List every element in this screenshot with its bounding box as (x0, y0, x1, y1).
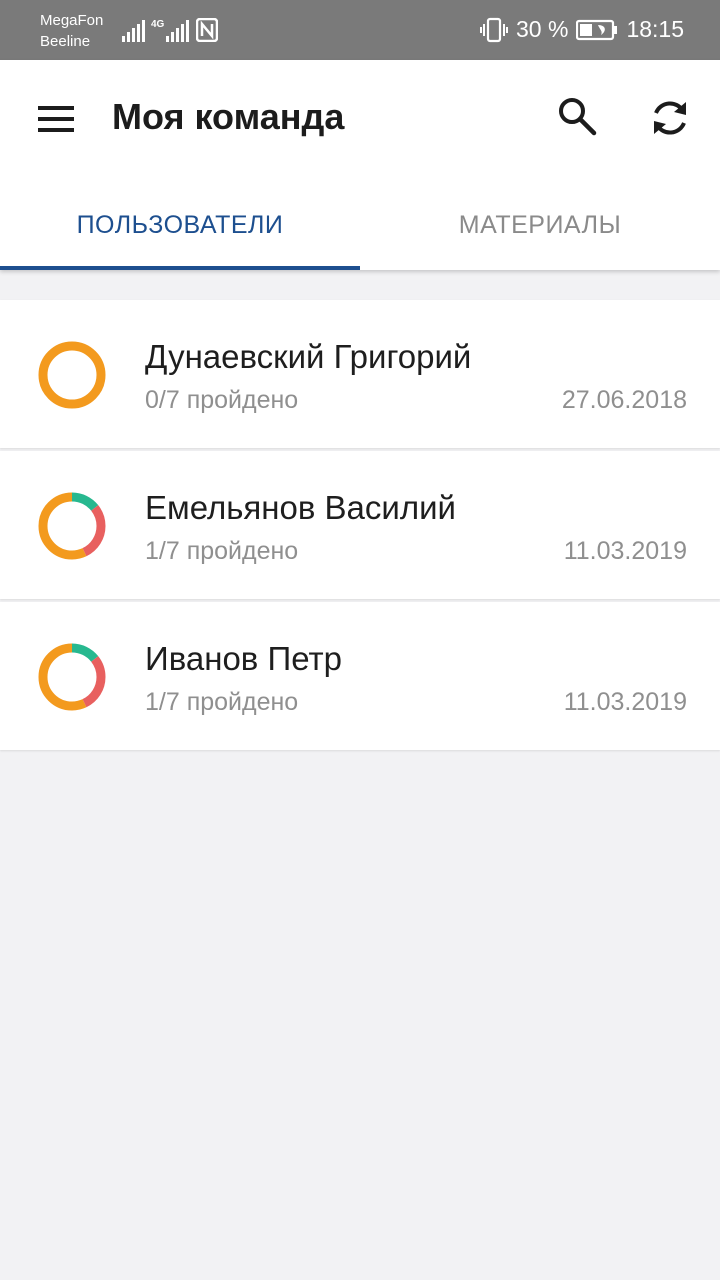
page-title: Моя команда (112, 96, 345, 137)
clock: 18:15 (626, 16, 684, 42)
user-name: Емельянов Василий (145, 489, 456, 526)
date-text: 11.03.2019 (563, 688, 687, 716)
status-bar: MegaFon Beeline 4G 30 % 18:15 (0, 0, 720, 60)
status-right: 30 % 18:15 (480, 16, 684, 43)
signal-indicators: 4G (122, 16, 190, 42)
list-item[interactable]: Емельянов Василий 1/7 пройдено 11.03.201… (0, 451, 720, 599)
tab-materials[interactable]: МАТЕРИАЛЫ (360, 180, 720, 270)
battery-percent: 30 % (516, 16, 569, 42)
date-text: 27.06.2018 (561, 386, 687, 414)
signal-bars-icon (166, 20, 190, 42)
ring-segment-pending (38, 341, 106, 409)
battery-icon (576, 19, 618, 40)
screen: MegaFon Beeline 4G 30 % 18:15 Моя команд… (0, 0, 720, 1280)
active-tab-indicator (0, 266, 360, 270)
progress-text: 1/7 пройдено (145, 537, 299, 565)
progress-text: 0/7 пройдено (145, 386, 299, 414)
tab-users[interactable]: ПОЛЬЗОВАТЕЛИ (0, 180, 360, 270)
tab-bar: ПОЛЬЗОВАТЕЛИ МАТЕРИАЛЫ (0, 180, 720, 270)
list-item[interactable]: Дунаевский Григорий 0/7 пройдено 27.06.2… (0, 300, 720, 448)
nfc-icon (196, 18, 218, 42)
progress-ring-icon (38, 492, 106, 560)
app-bar: Моя команда ПОЛЬЗОВАТЕЛИ МАТЕРИАЛЫ (0, 60, 720, 270)
carrier-2: Beeline (40, 33, 91, 50)
carrier-1: MegaFon (40, 12, 104, 29)
date-text: 11.03.2019 (563, 537, 687, 565)
signal-bars-icon (122, 20, 145, 42)
vibrate-icon (480, 17, 508, 42)
user-name: Дунаевский Григорий (145, 338, 472, 375)
list-item[interactable]: Иванов Петр 1/7 пройдено 11.03.2019 (0, 602, 720, 750)
hamburger-menu-icon[interactable] (38, 105, 74, 133)
network-type: 4G (151, 19, 165, 30)
search-icon[interactable] (557, 96, 597, 136)
carrier-names: MegaFon Beeline (40, 10, 103, 52)
user-name: Иванов Петр (145, 640, 342, 677)
user-list: Дунаевский Григорий 0/7 пройдено 27.06.2… (0, 300, 720, 753)
progress-ring-icon (38, 341, 106, 409)
progress-text: 1/7 пройдено (145, 688, 299, 716)
refresh-icon[interactable] (648, 96, 692, 140)
progress-ring-icon (38, 643, 106, 711)
